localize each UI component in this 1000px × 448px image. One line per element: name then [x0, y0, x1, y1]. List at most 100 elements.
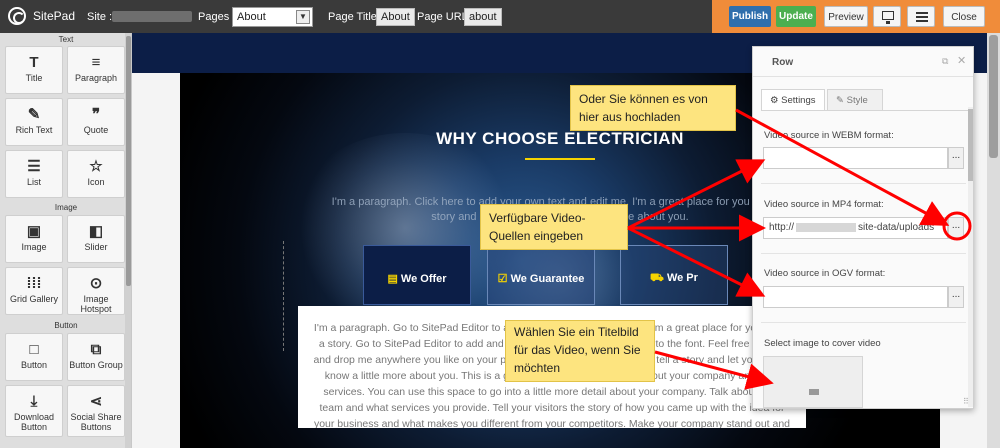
share-icon: ⋖ — [89, 393, 103, 410]
edit-icon: ✎ — [27, 106, 41, 123]
button-icon: □ — [29, 341, 39, 358]
tab-divider — [761, 110, 971, 111]
webm-label: Video source in WEBM format: — [764, 130, 894, 141]
tab-we-guarantee[interactable]: ☑ We Guarantee — [487, 245, 595, 305]
title-underline — [525, 158, 595, 160]
tab-settings[interactable]: ⚙ Settings — [761, 89, 825, 111]
annotation-video-sources: Verfügbare Video-Quellen eingeben — [480, 204, 628, 250]
widget-label: Icon — [87, 177, 105, 187]
resize-handle-icon[interactable]: ⠿ — [963, 397, 969, 406]
widget-social-share-buttons[interactable]: ⋖ Social Share Buttons — [67, 385, 125, 437]
pages-select-value: About — [237, 11, 266, 23]
cover-image-picker[interactable] — [763, 356, 863, 408]
widget-image[interactable]: ▣ Image — [5, 215, 63, 263]
widget-title[interactable]: T Title — [5, 46, 63, 94]
page-title-label: Page Title: — [328, 11, 380, 23]
pages-select[interactable]: About ▼ — [232, 7, 313, 27]
widget-quote[interactable]: ❞ Quote — [67, 98, 125, 146]
widget-label: Image Hotspot — [80, 294, 112, 314]
close-icon[interactable]: ✕ — [957, 54, 966, 67]
sitepad-logo[interactable]: SitePad — [8, 7, 75, 25]
site-label: Site : — [87, 11, 113, 23]
panel-title: Row — [772, 57, 794, 68]
pages-label: Pages : — [198, 11, 236, 23]
popout-icon[interactable]: ⧉ — [942, 56, 948, 67]
widget-icon[interactable]: ☆ Icon — [67, 150, 125, 198]
widget-button-group[interactable]: ⧉ Button Group — [67, 333, 125, 381]
webm-source-input[interactable] — [763, 147, 948, 169]
widget-label: Title — [25, 73, 43, 83]
page-url-field[interactable]: about — [464, 8, 502, 26]
widget-paragraph[interactable]: ≡ Paragraph — [67, 46, 125, 94]
button-group-icon: ⧉ — [90, 341, 102, 358]
tab-settings-label: Settings — [781, 95, 816, 106]
sidebar-scrollbar-thumb[interactable] — [126, 36, 131, 286]
section-label-button: Button — [54, 321, 78, 330]
slider-icon: ◧ — [88, 223, 104, 240]
widget-label: Button Group — [69, 360, 123, 370]
quote-icon: ❞ — [91, 106, 101, 123]
widget-label: Slider — [84, 242, 108, 252]
close-button[interactable]: Close — [943, 6, 985, 27]
widget-button[interactable]: □ Button — [5, 333, 63, 381]
page-url-label: Page URL: — [417, 11, 471, 23]
widget-label: Image — [21, 242, 47, 252]
publish-button[interactable]: Publish — [729, 6, 771, 27]
widget-label: Download Button — [13, 412, 55, 432]
row-settings-panel: Row ⧉ ✕ ⚙ Settings ✎ Style Video source … — [752, 46, 974, 409]
mp4-url-suffix: site-data/uploads — [858, 222, 935, 233]
tab-we-offer[interactable]: ▤ We Offer — [363, 245, 471, 305]
checkbox-icon: ☑ — [497, 273, 508, 285]
annotation-cover-image: Wählen Sie ein Titelbild für das Video, … — [505, 320, 655, 382]
ogv-browse-button[interactable]: ... — [948, 286, 964, 308]
webm-browse-button[interactable]: ... — [948, 147, 964, 169]
menu-icon — [916, 12, 928, 22]
divider — [761, 322, 966, 323]
panel-scrollbar-thumb[interactable] — [968, 109, 973, 181]
logo-text: SitePad — [33, 9, 76, 23]
brush-icon: ✎ — [836, 95, 844, 106]
preview-button[interactable]: Preview — [824, 6, 868, 27]
tab-style-label: Style — [846, 95, 868, 106]
chevron-down-icon: ▼ — [296, 10, 310, 24]
hotspot-icon: ⊙ — [89, 275, 103, 292]
mp4-source-input[interactable]: http:// site-data/uploads — [763, 217, 948, 239]
sitepad-logo-icon — [8, 7, 26, 25]
gear-icon: ⚙ — [770, 95, 779, 106]
widget-sidebar: Text T Title ≡ Paragraph ✎ Rich Text ❞ Q… — [0, 33, 132, 448]
panel-header[interactable]: Row ⧉ ✕ — [753, 47, 973, 77]
tab-we-provide[interactable]: ⛟ We Pr — [620, 245, 728, 305]
tab-label: We Pr — [666, 272, 698, 284]
download-icon: ⤓ — [30, 393, 38, 410]
widget-label: Grid Gallery — [9, 294, 58, 304]
site-name-redacted — [112, 11, 192, 22]
ogv-source-input[interactable] — [763, 286, 948, 308]
widget-label: Button — [20, 360, 48, 370]
column-guide — [283, 241, 284, 351]
tab-label: We Offer — [400, 273, 447, 285]
mp4-browse-button[interactable]: ... — [948, 217, 964, 239]
tab-style[interactable]: ✎ Style — [827, 89, 883, 111]
ogv-label: Video source in OGV format: — [764, 268, 886, 279]
responsive-view-button[interactable] — [873, 6, 901, 27]
menu-button[interactable] — [907, 6, 935, 27]
widget-list[interactable]: ☰ List — [5, 150, 63, 198]
star-icon: ☆ — [89, 158, 103, 175]
widget-rich-text[interactable]: ✎ Rich Text — [5, 98, 63, 146]
update-button[interactable]: Update — [776, 6, 816, 27]
widget-image-hotspot[interactable]: ⊙ Image Hotspot — [67, 267, 125, 315]
url-redacted — [796, 222, 857, 232]
tab-label: We Guarantee — [510, 273, 585, 285]
page-scrollbar-thumb[interactable] — [989, 35, 998, 158]
widget-grid-gallery[interactable]: ⁞⁞⁞ Grid Gallery — [5, 267, 63, 315]
mp4-url-prefix: http:// — [769, 222, 795, 233]
section-label-image: Image — [54, 203, 78, 212]
mp4-label: Video source in MP4 format: — [764, 199, 884, 210]
page-title-field[interactable]: About — [376, 8, 415, 26]
title-icon: T — [29, 54, 39, 71]
widget-download-button[interactable]: ⤓ Download Button — [5, 385, 63, 437]
cover-image-label: Select image to cover video — [764, 338, 881, 349]
paragraph-icon: ≡ — [91, 54, 101, 71]
widget-label: Rich Text — [15, 125, 53, 135]
widget-slider[interactable]: ◧ Slider — [67, 215, 125, 263]
